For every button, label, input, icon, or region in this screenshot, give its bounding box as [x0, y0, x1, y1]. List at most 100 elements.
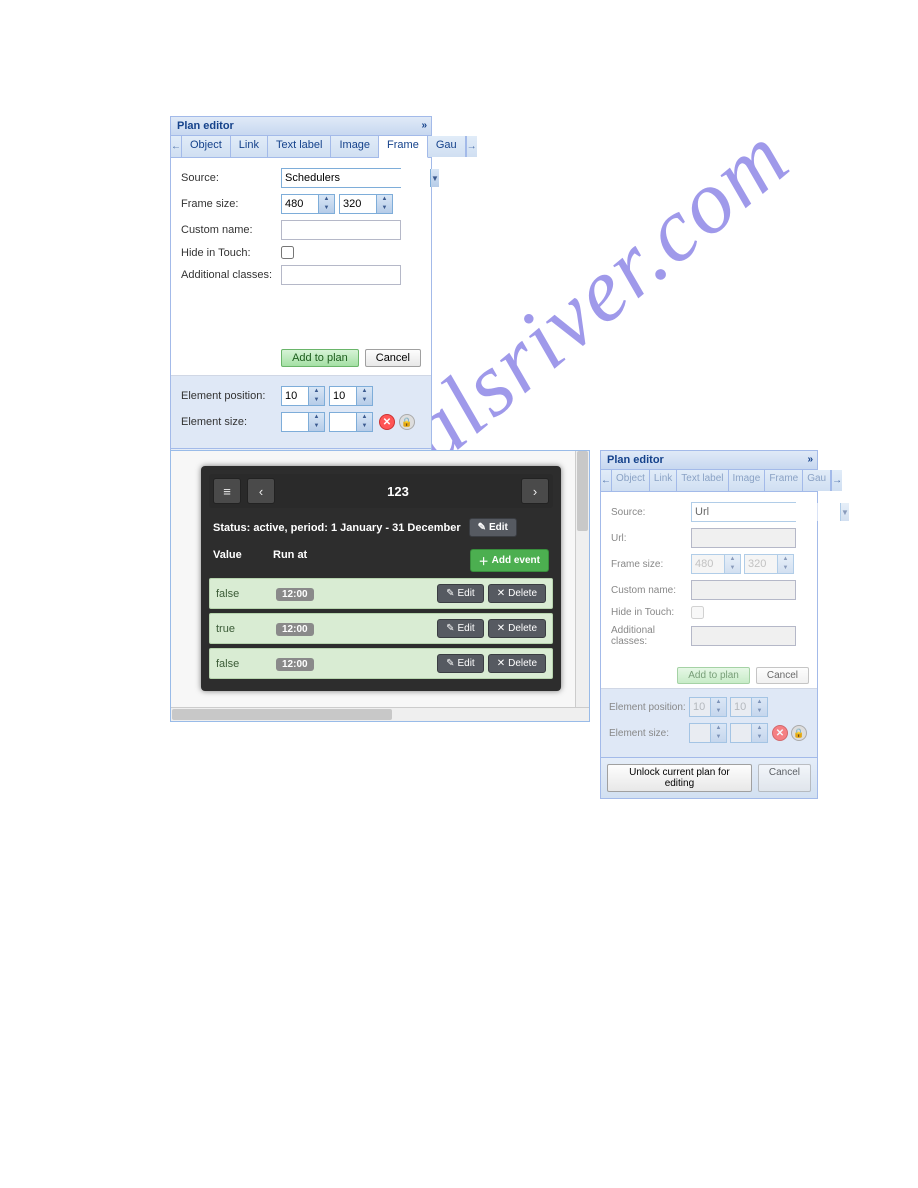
- row-delete-button[interactable]: ✕ Delete: [488, 584, 546, 603]
- tab-frame[interactable]: Frame: [379, 136, 428, 158]
- menu-icon[interactable]: ≡: [213, 478, 241, 504]
- frame-height-spinner: ▲▼: [744, 554, 794, 574]
- source-label: Source:: [181, 172, 281, 184]
- tab-scroll-left-icon[interactable]: ←: [171, 136, 182, 157]
- edit-icon: ✎: [446, 658, 454, 669]
- row-edit-button[interactable]: ✎ Edit: [437, 654, 484, 673]
- row-value: false: [216, 588, 276, 600]
- edit-icon: ✎: [446, 623, 454, 634]
- panel-title: Plan editor: [607, 454, 664, 466]
- additional-classes-input[interactable]: [281, 265, 401, 285]
- row-delete-button[interactable]: ✕ Delete: [488, 654, 546, 673]
- row-runat: 12:00: [276, 658, 437, 670]
- collapse-icon[interactable]: »: [421, 120, 427, 131]
- frame-size-label: Frame size:: [611, 559, 691, 570]
- tab-object[interactable]: Object: [612, 470, 650, 491]
- tab-frame[interactable]: Frame: [765, 470, 803, 491]
- url-label: Url:: [611, 533, 691, 544]
- custom-name-input[interactable]: [281, 220, 401, 240]
- size-w-spinner: ▲▼: [689, 723, 727, 743]
- element-position-label: Element position:: [181, 390, 281, 402]
- size-h-spinner[interactable]: ▲▼: [329, 412, 373, 432]
- add-to-plan-button[interactable]: Add to plan: [281, 349, 359, 367]
- frame-width-spinner: ▲▼: [691, 554, 741, 574]
- tab-link[interactable]: Link: [650, 470, 677, 491]
- tab-image[interactable]: Image: [729, 470, 766, 491]
- additional-classes-label: Additional classes:: [181, 269, 281, 281]
- size-h-input: [731, 724, 751, 742]
- row-runat: 12:00: [276, 588, 437, 600]
- tab-text-label[interactable]: Text label: [268, 136, 331, 157]
- pos-x-input[interactable]: [282, 387, 308, 405]
- tab-gauge[interactable]: Gau: [428, 136, 466, 157]
- hide-touch-label: Hide in Touch:: [181, 247, 281, 259]
- plus-icon: ＋: [479, 553, 489, 568]
- source-value[interactable]: [282, 169, 430, 187]
- plan-editor-panel-2: Plan editor » ← Object Link Text label I…: [600, 450, 818, 799]
- tab-scroll-left-icon[interactable]: ←: [601, 470, 612, 491]
- tabstrip: ← Object Link Text label Image Frame Gau…: [601, 470, 817, 492]
- status-edit-button[interactable]: ✎Edit: [469, 518, 517, 537]
- edit-icon: ✎: [478, 522, 486, 533]
- scroll-thumb[interactable]: [172, 709, 392, 720]
- tab-scroll-right-icon[interactable]: →: [466, 136, 477, 157]
- row-edit-button[interactable]: ✎ Edit: [437, 619, 484, 638]
- tab-gauge[interactable]: Gau: [803, 470, 831, 491]
- hide-touch-checkbox[interactable]: [281, 246, 294, 259]
- preview-pane: ≡ ‹ 123 › Status: active, period: 1 Janu…: [170, 450, 590, 722]
- frame-height-spinner[interactable]: ▲▼: [339, 194, 393, 214]
- add-event-button[interactable]: ＋Add event: [470, 549, 549, 572]
- scroll-thumb[interactable]: [577, 451, 588, 531]
- prev-icon[interactable]: ‹: [247, 478, 275, 504]
- spin-down-icon[interactable]: ▼: [319, 204, 334, 213]
- spin-down-icon[interactable]: ▼: [377, 204, 392, 213]
- horizontal-scrollbar[interactable]: [171, 707, 589, 721]
- tab-image[interactable]: Image: [331, 136, 379, 157]
- unlock-plan-button[interactable]: Unlock current plan for editing: [607, 764, 752, 792]
- frame-width-spinner[interactable]: ▲▼: [281, 194, 335, 214]
- col-value-header: Value: [213, 549, 273, 572]
- scheduler-title: 123: [281, 484, 515, 499]
- hide-touch-label: Hide in Touch:: [611, 607, 691, 618]
- panel-header: Plan editor »: [601, 451, 817, 470]
- spin-up-icon[interactable]: ▲: [377, 195, 392, 204]
- source-value: [692, 503, 840, 521]
- tab-text-label[interactable]: Text label: [677, 470, 728, 491]
- scheduler-row: false12:00✎ Edit✕ Delete: [209, 578, 553, 609]
- size-h-input[interactable]: [330, 413, 356, 431]
- element-size-label: Element size:: [181, 416, 281, 428]
- delete-icon: ✕: [772, 725, 788, 741]
- time-badge: 12:00: [276, 658, 314, 671]
- hide-touch-checkbox: [691, 606, 704, 619]
- tab-scroll-right-icon[interactable]: →: [831, 470, 842, 491]
- row-delete-button[interactable]: ✕ Delete: [488, 619, 546, 638]
- size-w-spinner[interactable]: ▲▼: [281, 412, 325, 432]
- next-icon[interactable]: ›: [521, 478, 549, 504]
- frame-height-input[interactable]: [340, 195, 376, 213]
- tab-link[interactable]: Link: [231, 136, 268, 157]
- lock-icon[interactable]: 🔒: [399, 414, 415, 430]
- frame-size-label: Frame size:: [181, 198, 281, 210]
- tab-object[interactable]: Object: [182, 136, 231, 157]
- pos-x-spinner[interactable]: ▲▼: [281, 386, 325, 406]
- pos-y-spinner[interactable]: ▲▼: [329, 386, 373, 406]
- spin-up-icon[interactable]: ▲: [319, 195, 334, 204]
- scheduler-row: true12:00✎ Edit✕ Delete: [209, 613, 553, 644]
- delete-icon[interactable]: ✕: [379, 414, 395, 430]
- cancel-button[interactable]: Cancel: [365, 349, 421, 367]
- frame-width-input[interactable]: [282, 195, 318, 213]
- collapse-icon[interactable]: »: [807, 454, 813, 465]
- row-edit-button[interactable]: ✎ Edit: [437, 584, 484, 603]
- frame-width-input: [692, 555, 724, 573]
- size-w-input[interactable]: [282, 413, 308, 431]
- row-value: true: [216, 623, 276, 635]
- footer-cancel-button: Cancel: [758, 764, 811, 792]
- pos-y-spinner: ▲▼: [730, 697, 768, 717]
- close-icon: ✕: [497, 658, 505, 669]
- source-label: Source:: [611, 507, 691, 518]
- pos-y-input[interactable]: [330, 387, 356, 405]
- source-select[interactable]: ▼: [281, 168, 401, 188]
- dropdown-icon[interactable]: ▼: [430, 169, 439, 187]
- vertical-scrollbar[interactable]: [575, 451, 589, 707]
- additional-classes-label: Additional classes:: [611, 625, 691, 647]
